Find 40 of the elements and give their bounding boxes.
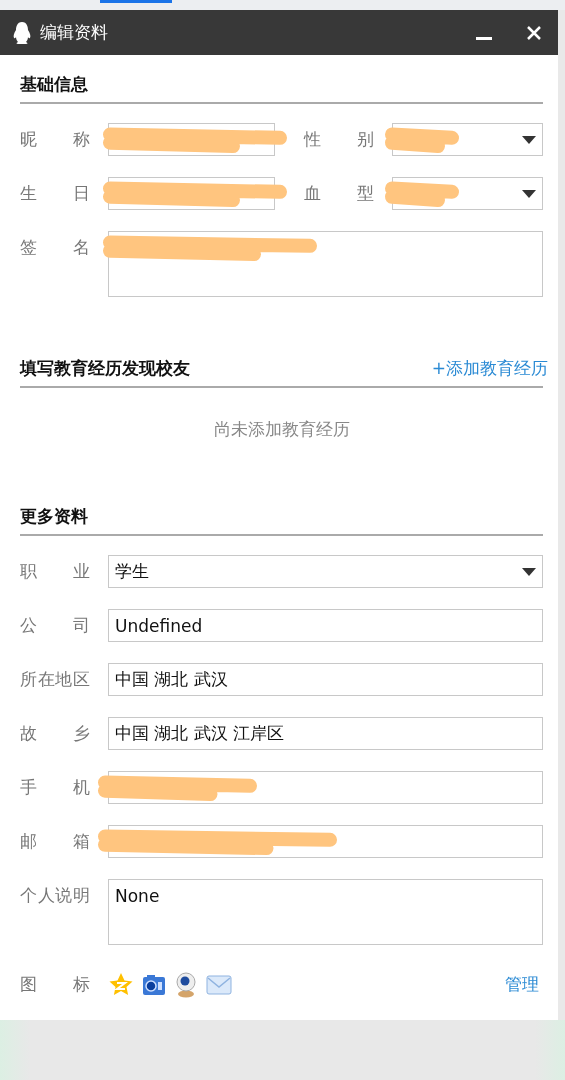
section-title: 基础信息 (20, 73, 88, 96)
envelope-icon[interactable] (206, 974, 232, 995)
dropdown-arrow-icon (522, 189, 536, 198)
text-area[interactable]: None (108, 879, 543, 945)
field-label: 昵称 (20, 128, 90, 151)
input-field[interactable]: 中国 湖北 武汉 (108, 663, 543, 696)
field-label: 公司 (20, 614, 90, 637)
field-label: 签名 (20, 236, 90, 259)
field-label: 所在地区 (20, 668, 90, 691)
empty-message: 尚未添加教育经历 (212, 418, 351, 441)
input-field[interactable]: 中国 湖北 武汉 江岸区 (108, 717, 543, 750)
window-title: 编辑资料 (40, 21, 109, 44)
field-label: 个人说明 (20, 884, 90, 907)
dropdown-arrow-icon (522, 567, 536, 576)
field-value: 中国 湖北 武汉 江岸区 (115, 722, 285, 745)
field-label: 故乡 (20, 722, 90, 745)
close-icon (526, 24, 542, 41)
camera-icon[interactable] (142, 973, 166, 996)
section-title: 更多资料 (20, 505, 88, 528)
field-label: 手机 (20, 776, 90, 799)
field-label: 职业 (20, 560, 90, 583)
star-icon[interactable] (108, 971, 134, 998)
minimize-icon (476, 37, 492, 40)
field-value: None (115, 886, 160, 906)
field-value: 学生 (115, 560, 149, 583)
field-value: 中国 湖北 武汉 (115, 668, 228, 691)
dropdown[interactable]: 学生 (108, 555, 543, 588)
section-title: 填写教育经历发现校友 (20, 357, 190, 380)
field-value: Undefined (115, 615, 203, 636)
field-label: 生日 (20, 182, 90, 205)
webcam-icon[interactable] (174, 971, 198, 998)
manage-link[interactable]: 管理 (505, 973, 539, 996)
input-field[interactable]: Undefined (108, 609, 543, 642)
add-education-link[interactable]: +添加教育经历 (431, 357, 548, 380)
penguin-icon (12, 20, 32, 45)
field-label: 性别 (304, 128, 375, 151)
dropdown-arrow-icon (522, 135, 536, 144)
field-label: 血型 (304, 182, 375, 205)
field-label: 图标 (20, 973, 90, 996)
field-label: 邮箱 (20, 830, 90, 853)
